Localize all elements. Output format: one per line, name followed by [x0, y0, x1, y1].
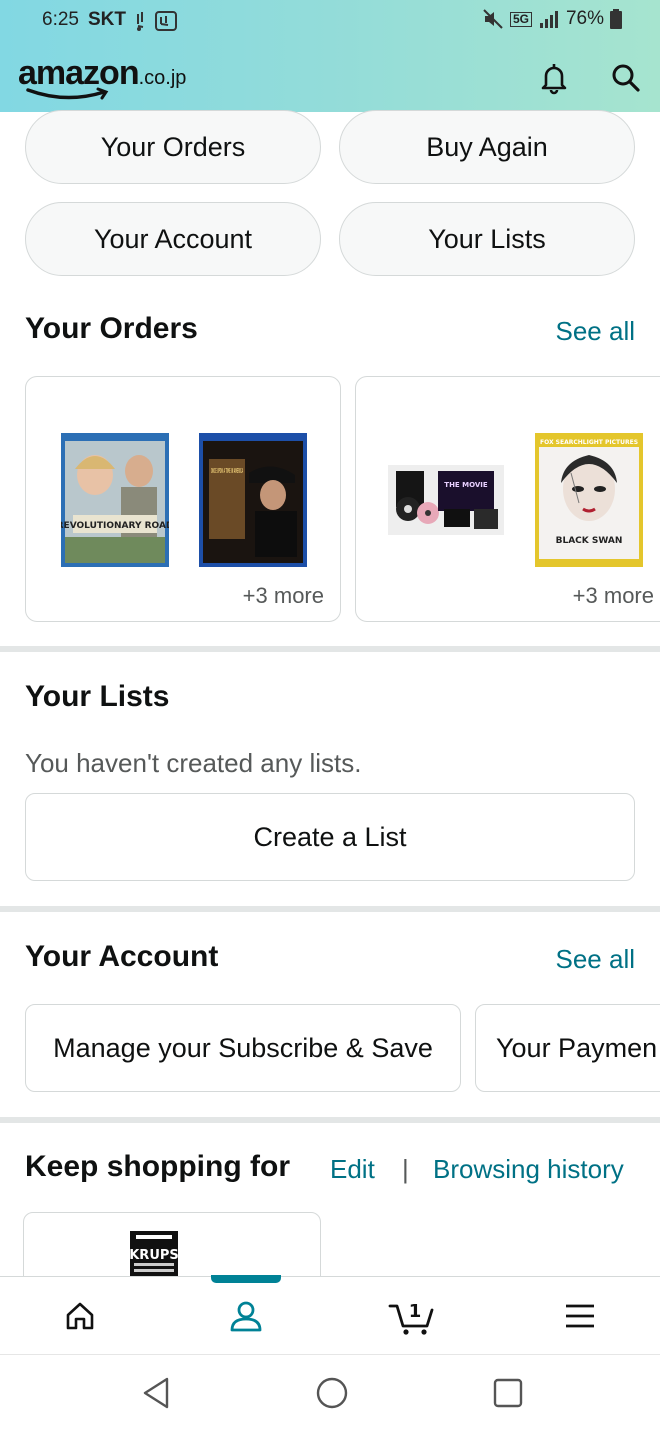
link-separator: |: [402, 1154, 409, 1184]
cover-title: BLACK SWAN: [556, 536, 623, 546]
battery-icon: [610, 9, 622, 29]
orders-section-title: Your Orders: [25, 312, 198, 345]
account-section-title: Your Account: [25, 940, 219, 973]
network-badge: 5G: [509, 11, 532, 27]
bottom-nav: 1: [0, 1275, 660, 1355]
recents-icon[interactable]: [488, 1373, 528, 1413]
account-icon[interactable]: [206, 1277, 286, 1355]
your-account-button[interactable]: Your Account: [25, 202, 321, 276]
order-card[interactable]: REVOLUTIONARY ROAD ONCE UPON A TIME IN A…: [25, 376, 341, 622]
section-divider: [0, 646, 660, 652]
home-circle-icon[interactable]: [312, 1373, 352, 1413]
status-right: 5G 76%: [482, 8, 622, 30]
browsing-history-link[interactable]: Browsing history: [433, 1154, 624, 1185]
cart-icon[interactable]: 1: [372, 1277, 452, 1355]
section-divider: [0, 906, 660, 912]
more-count: +3 more: [572, 583, 654, 608]
mute-icon: [483, 9, 503, 29]
status-time: 6:25: [42, 9, 79, 30]
create-list-button[interactable]: Create a List: [25, 793, 635, 881]
menu-icon[interactable]: [540, 1277, 620, 1355]
back-icon[interactable]: [136, 1373, 176, 1413]
logo-tld: .co.jp: [138, 67, 187, 89]
cover-title: THE MOVIE: [444, 481, 488, 489]
status-carrier: SKT: [88, 9, 126, 30]
keep-shopping-title: Keep shopping for: [25, 1150, 290, 1183]
home-icon[interactable]: [40, 1277, 120, 1355]
orders-see-all-link[interactable]: See all: [556, 316, 636, 347]
the-movie-boxset-image: THE MOVIE: [388, 465, 504, 535]
battery-percent: 76%: [565, 8, 604, 29]
your-lists-button[interactable]: Your Lists: [339, 202, 635, 276]
app-header: 6:25 SKT 5G 76% amazon.co.jp: [0, 0, 660, 112]
edit-link[interactable]: Edit: [330, 1154, 375, 1185]
subscribe-save-card[interactable]: Manage your Subscribe & Save: [25, 1004, 461, 1092]
logo-smile-icon: [26, 87, 109, 100]
amazon-logo[interactable]: amazon.co.jp: [18, 56, 186, 106]
your-payments-card[interactable]: Your Paymen: [475, 1004, 660, 1092]
once-upon-a-time-image: ONCE UPON A TIME IN AMERICA: [199, 433, 307, 567]
buy-again-button[interactable]: Buy Again: [339, 110, 635, 184]
revolutionary-road-image: REVOLUTIONARY ROAD: [61, 433, 169, 567]
search-icon[interactable]: [606, 58, 646, 98]
product-brand: KRUPS: [130, 1248, 178, 1263]
cover-studio: FOX SEARCHLIGHT PICTURES: [540, 439, 638, 446]
signal-icon: [539, 11, 558, 28]
cover-title: ONCE UPON A TIME IN AMERICA: [211, 467, 243, 475]
section-divider: [0, 1117, 660, 1123]
black-swan-image: FOX SEARCHLIGHT PICTURES BLACK SWAN: [535, 433, 643, 567]
system-nav-bar: [0, 1354, 660, 1430]
account-see-all-link[interactable]: See all: [556, 944, 636, 975]
more-count: +3 more: [242, 583, 324, 608]
notification-icons: [134, 10, 180, 38]
status-bar: 6:25 SKT 5G 76%: [42, 8, 622, 34]
order-card[interactable]: THE MOVIE FOX SEARCHLIGHT PICTURES BLACK…: [355, 376, 660, 622]
your-orders-button[interactable]: Your Orders: [25, 110, 321, 184]
lists-empty-text: You haven't created any lists.: [25, 748, 362, 778]
bell-icon[interactable]: [534, 58, 574, 98]
cover-title: REVOLUTIONARY ROAD: [61, 521, 169, 531]
cart-count: 1: [409, 1301, 422, 1322]
lists-section-title: Your Lists: [25, 680, 170, 713]
